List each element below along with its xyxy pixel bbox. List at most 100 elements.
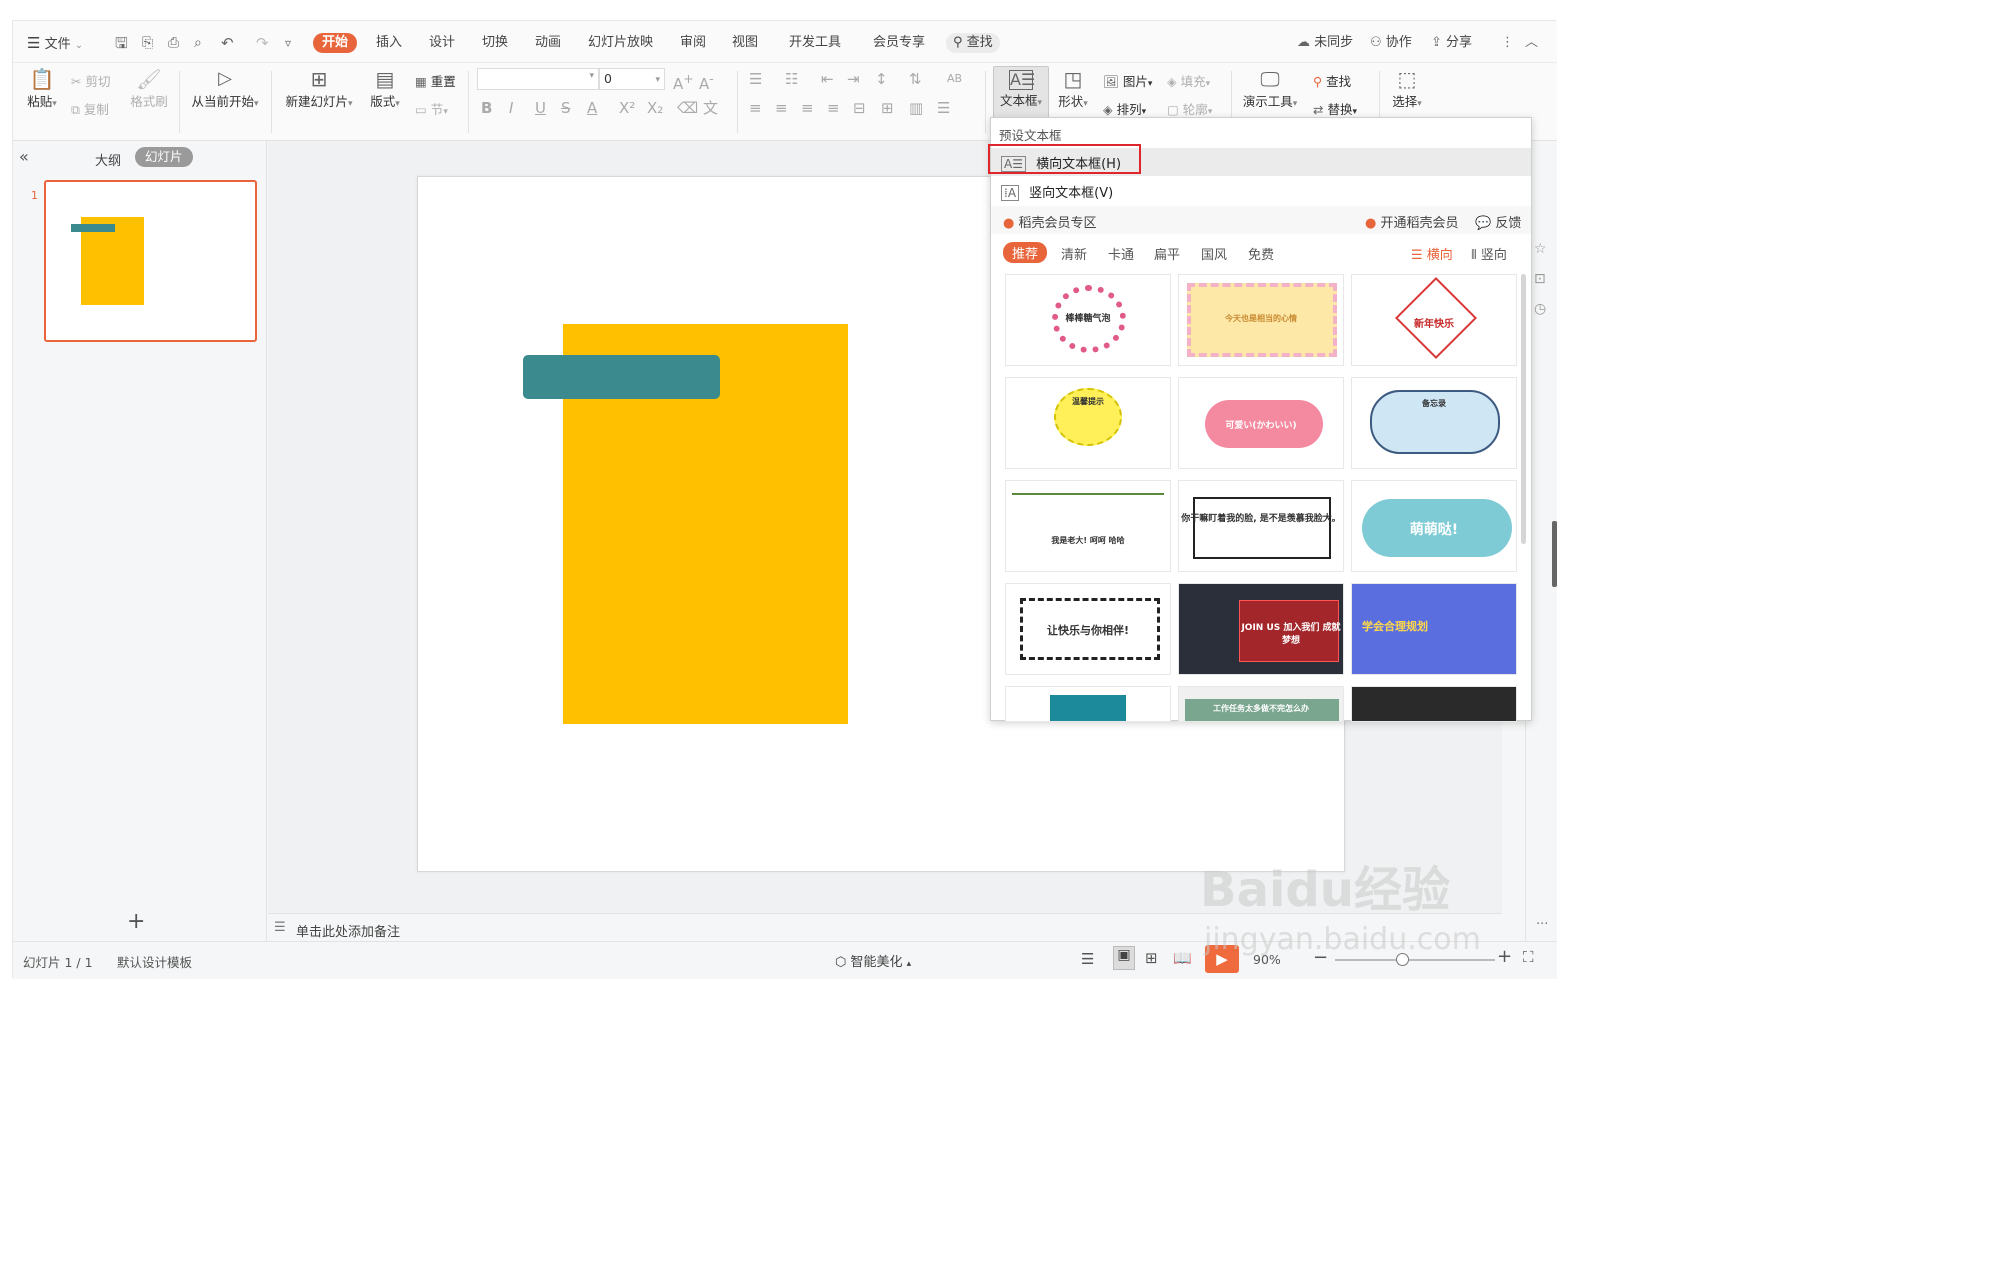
tab-member[interactable]: 会员专享 <box>873 33 925 53</box>
shape-button[interactable]: ◳ 形状▾ <box>1055 67 1091 110</box>
filter-chinese[interactable]: 国风 <box>1201 244 1227 263</box>
picture-button[interactable]: 🖼 图片▾ <box>1103 71 1152 90</box>
decrease-font-icon[interactable]: A- <box>699 70 714 93</box>
template-thumb[interactable]: JOIN US 加入我们 成就梦想 <box>1178 583 1344 675</box>
fill-button[interactable]: ◈ 填充▾ <box>1167 71 1210 90</box>
zoom-in-icon[interactable]: + <box>1497 946 1512 967</box>
text-columns-icon[interactable]: AB <box>947 70 962 88</box>
copy-button[interactable]: ⧉ 复制 <box>71 99 109 118</box>
share-button[interactable]: ⇪ 分享 <box>1431 33 1472 53</box>
fit-window-icon[interactable]: ⛶ <box>1523 948 1534 966</box>
new-slide-button[interactable]: ⊞ 新建幻灯片▾ <box>281 67 357 110</box>
align-center-icon[interactable]: ≡ <box>775 99 788 117</box>
font-color-icon[interactable]: A <box>587 99 597 117</box>
cut-button[interactable]: ✂ 剪切 <box>71 71 110 90</box>
quick-access-more-icon[interactable]: ▿ <box>285 33 291 53</box>
select-button[interactable]: ⬚ 选择▾ <box>1387 67 1427 110</box>
tool-icon[interactable]: ☆ <box>1534 241 1547 257</box>
normal-view-icon[interactable]: ▣ <box>1113 946 1135 970</box>
filter-recommend[interactable]: 推荐 <box>1003 242 1048 263</box>
tab-animation[interactable]: 动画 <box>535 33 561 53</box>
print-icon[interactable]: ⎙ <box>168 33 179 53</box>
strikethrough-icon[interactable]: S <box>561 99 571 117</box>
subscript-icon[interactable]: X₂ <box>647 99 663 117</box>
reading-view-icon[interactable]: 📖 <box>1173 949 1192 967</box>
collaborate-button[interactable]: ⚇ 协作 <box>1370 33 1412 53</box>
tab-home[interactable]: 开始 <box>313 33 358 53</box>
outdent-icon[interactable]: ⇤ <box>821 70 834 88</box>
tab-view[interactable]: 视图 <box>732 33 758 53</box>
tool-icon[interactable]: ⊡ <box>1534 271 1546 287</box>
orient-horizontal[interactable]: ☰ 横向 <box>1411 244 1453 263</box>
collapse-panel-icon[interactable]: « <box>19 147 29 166</box>
redo-icon[interactable]: ↷ <box>256 33 269 53</box>
filter-fresh[interactable]: 清新 <box>1061 244 1087 263</box>
text-direction-icon[interactable]: ⇅ <box>909 70 922 88</box>
template-thumb[interactable]: 备忘录 <box>1351 377 1517 469</box>
template-thumb[interactable]: 我是老大! 呵呵 哈哈 <box>1005 480 1171 572</box>
zoom-slider-track[interactable] <box>1335 959 1495 961</box>
arrange-button[interactable]: ◈ 排列▾ <box>1103 99 1146 118</box>
template-thumb[interactable]: 学会合理规划 <box>1351 583 1517 675</box>
increase-font-icon[interactable]: A+ <box>673 70 694 93</box>
orient-vertical[interactable]: ⦀ 竖向 <box>1471 244 1507 263</box>
align-right-icon[interactable]: ≡ <box>801 99 814 117</box>
file-menu[interactable]: ☰ 文件 ⌄ <box>27 33 83 53</box>
tab-outline[interactable]: 大纲 <box>95 150 121 169</box>
teal-rounded-bar[interactable] <box>523 355 720 399</box>
export-icon[interactable]: ⎘ <box>142 33 153 53</box>
vertical-textbox-option[interactable]: ⁞A 竖向文本框(V) <box>1001 182 1113 201</box>
search-box[interactable]: ⚲ 查找 <box>946 33 1000 53</box>
tab-design[interactable]: 设计 <box>429 33 455 53</box>
template-name[interactable]: 默认设计模板 <box>117 952 192 971</box>
collapse-ribbon-icon[interactable]: ︿ <box>1525 33 1538 53</box>
eraser-icon[interactable]: ⌫ <box>677 99 698 117</box>
tab-transition[interactable]: 切换 <box>482 33 508 53</box>
tab-slides[interactable]: 幻灯片 <box>135 147 193 167</box>
justify-icon[interactable]: ≡ <box>827 99 840 117</box>
format-painter-button[interactable]: 🖌 格式刷 <box>127 67 171 110</box>
template-thumb[interactable]: 萌萌哒! <box>1351 480 1517 572</box>
phonetic-icon[interactable]: 文 <box>703 99 718 117</box>
tab-review[interactable]: 审阅 <box>680 33 706 53</box>
sync-status[interactable]: ☁ 未同步 <box>1297 33 1353 53</box>
presenter-tools-button[interactable]: 🖵 演示工具▾ <box>1239 67 1301 110</box>
more-icon[interactable]: ··· <box>1536 917 1548 932</box>
paste-button[interactable]: 📋 粘贴▾ <box>23 67 61 110</box>
from-current-button[interactable]: ▷ 从当前开始▾ <box>187 67 263 110</box>
italic-icon[interactable]: I <box>509 99 513 117</box>
template-thumb[interactable]: 工作任务太多做不完怎么办 <box>1178 686 1344 722</box>
find-button[interactable]: ⚲ 查找 <box>1313 71 1351 90</box>
more-paragraph-icon[interactable]: ☰ <box>937 99 950 117</box>
textbox-button[interactable]: A☰ 文本框▾ <box>993 66 1049 118</box>
smart-beautify-button[interactable]: ⬡ 智能美化 ▴ <box>835 951 911 970</box>
outline-button[interactable]: ▢ 轮廓▾ <box>1167 99 1212 118</box>
reset-button[interactable]: ▦ 重置 <box>415 71 456 90</box>
tab-slideshow[interactable]: 幻灯片放映 <box>588 33 653 53</box>
add-slide-button[interactable]: + <box>127 911 145 933</box>
template-thumb[interactable]: 让快乐与你相伴! <box>1005 583 1171 675</box>
notes-toggle-icon[interactable]: ☰ <box>1081 950 1094 968</box>
filter-flat[interactable]: 扁平 <box>1154 244 1180 263</box>
section-button[interactable]: ▭ 节▾ <box>415 99 448 118</box>
superscript-icon[interactable]: X² <box>619 99 635 117</box>
font-size-select[interactable]: 0 ▾ <box>599 68 665 90</box>
template-thumb[interactable]: 你干嘛盯着我的脸, 是不是羡慕我脸大。 <box>1178 480 1344 572</box>
print-preview-icon[interactable]: ⌕ <box>194 33 202 53</box>
bold-icon[interactable]: B <box>481 99 492 117</box>
sorter-view-icon[interactable]: ⊞ <box>1145 949 1158 967</box>
feedback-link[interactable]: 💬 反馈 <box>1475 212 1521 231</box>
tab-developer[interactable]: 开发工具 <box>789 33 841 53</box>
undo-icon[interactable]: ↶ <box>221 33 234 53</box>
slide-thumbnail[interactable] <box>44 180 257 342</box>
template-thumb[interactable]: 今天也是相当的心情 <box>1178 274 1344 366</box>
font-family-select[interactable]: ▾ <box>477 68 599 90</box>
save-icon[interactable]: 🖫 <box>115 33 128 53</box>
template-thumb[interactable]: 新年快乐 <box>1351 274 1517 366</box>
column-icon[interactable]: ▥ <box>909 99 923 117</box>
template-thumb[interactable]: 温馨提示 <box>1005 377 1171 469</box>
template-thumb[interactable] <box>1351 686 1517 722</box>
template-thumb[interactable] <box>1005 686 1171 722</box>
underline-icon[interactable]: U <box>535 99 546 117</box>
tab-insert[interactable]: 插入 <box>376 33 402 53</box>
